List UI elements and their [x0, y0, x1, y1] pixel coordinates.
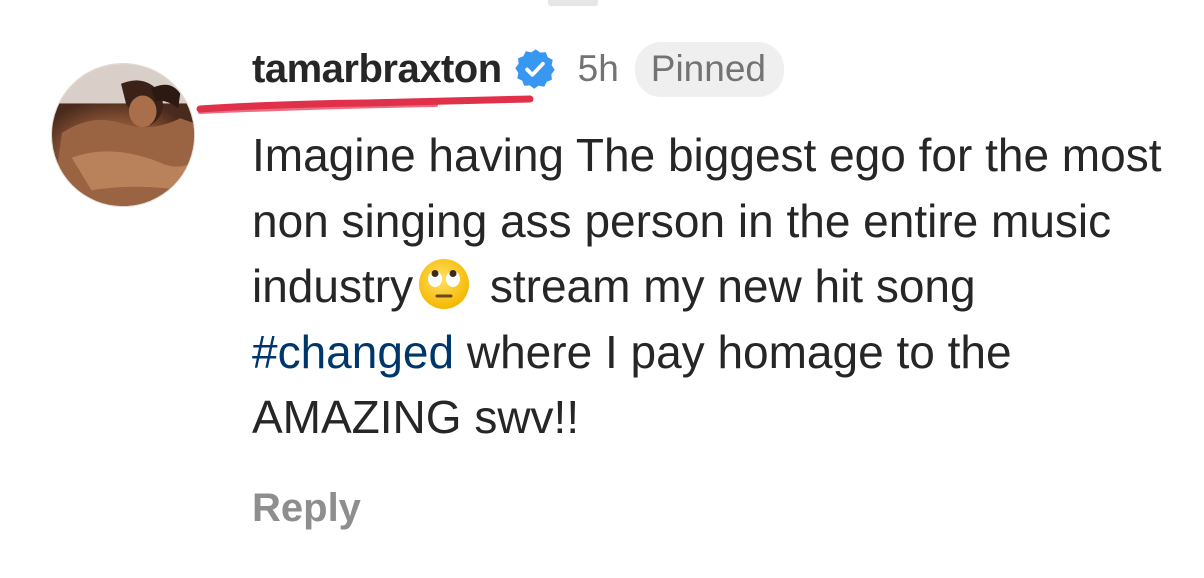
comment-text-part2: stream my new hit song — [477, 260, 976, 312]
comment-text: Imagine having The biggest ego for the m… — [252, 123, 1182, 451]
face-with-rolling-eyes-icon — [417, 257, 471, 311]
comment-header: tamarbraxton 5h Pinned — [252, 36, 784, 102]
top-edge-fragment — [548, 0, 598, 6]
verified-badge-icon — [514, 48, 556, 90]
hashtag-link[interactable]: #changed — [252, 326, 454, 378]
avatar-image — [52, 64, 194, 206]
reply-button[interactable]: Reply — [252, 486, 361, 531]
comment-timestamp: 5h — [577, 48, 619, 89]
username-link[interactable]: tamarbraxton — [252, 47, 502, 92]
avatar[interactable] — [51, 63, 195, 207]
pinned-badge: Pinned — [634, 41, 784, 97]
